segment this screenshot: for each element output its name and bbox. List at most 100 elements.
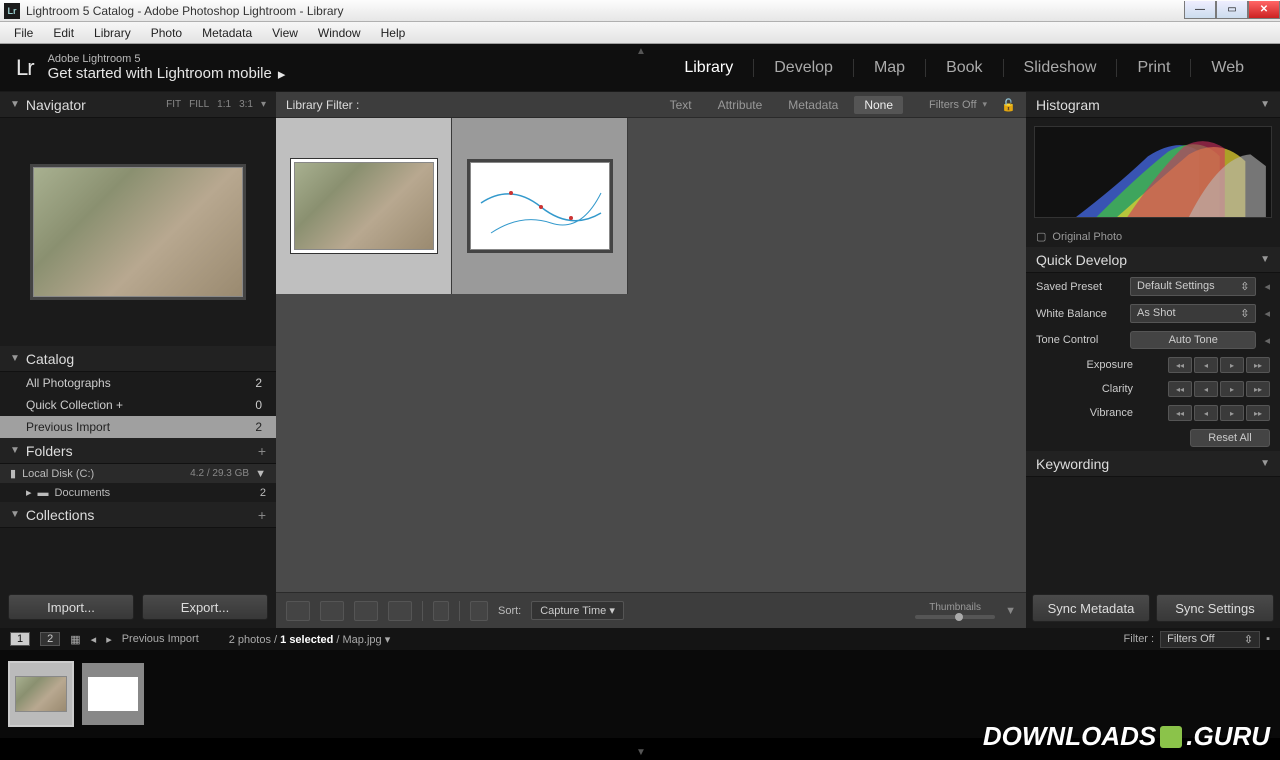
menu-photo[interactable]: Photo xyxy=(143,24,190,42)
clarity-big-minus[interactable]: ◂◂ xyxy=(1168,381,1192,397)
chevron-down-icon[interactable]: ▾ xyxy=(385,634,391,646)
export-button[interactable]: Export... xyxy=(142,594,268,620)
window-minimize-button[interactable]: — xyxy=(1184,1,1216,19)
zoom-fill[interactable]: FILL xyxy=(189,99,209,110)
menu-library[interactable]: Library xyxy=(86,24,139,42)
filters-off-dropdown[interactable]: Filters Off xyxy=(929,99,976,111)
clarity-big-plus[interactable]: ▸▸ xyxy=(1246,381,1270,397)
grid-view-icon[interactable] xyxy=(286,601,310,621)
bottom-panel-toggle-icon[interactable]: ▼ xyxy=(636,747,646,758)
catalog-previous-import[interactable]: Previous Import2 xyxy=(0,416,276,438)
window-maximize-button[interactable]: ▭ xyxy=(1216,1,1248,19)
navigator-header[interactable]: ▼ Navigator FIT FILL 1:1 3:1 ▾ xyxy=(0,92,276,118)
nav-back-icon[interactable]: ◂ xyxy=(91,633,97,646)
folders-header[interactable]: ▼ Folders + xyxy=(0,438,276,464)
zoom-1-1[interactable]: 1:1 xyxy=(217,99,231,110)
exposure-minus[interactable]: ◂ xyxy=(1194,357,1218,373)
folder-disk-c[interactable]: ▮ Local Disk (C:) 4.2 / 29.3 GB ▼ xyxy=(0,464,276,483)
loupe-view-icon[interactable] xyxy=(320,601,344,621)
grid-icon[interactable]: ▦ xyxy=(70,633,80,646)
nav-forward-icon[interactable]: ▸ xyxy=(106,633,112,646)
histogram-chart[interactable] xyxy=(1034,126,1272,218)
module-library[interactable]: Library xyxy=(664,59,753,77)
module-develop[interactable]: Develop xyxy=(753,59,853,77)
keywording-header[interactable]: Keywording ▼ xyxy=(1026,451,1280,477)
filter-metadata[interactable]: Metadata xyxy=(778,96,848,114)
preset-dropdown[interactable]: Default Settings⇳ xyxy=(1130,277,1256,296)
thumbnail-size-slider[interactable]: Thumbnails xyxy=(915,602,995,619)
navigator-preview[interactable] xyxy=(0,118,276,346)
wb-dropdown[interactable]: As Shot⇳ xyxy=(1130,304,1256,323)
module-web[interactable]: Web xyxy=(1190,59,1264,77)
add-folder-icon[interactable]: + xyxy=(258,443,266,459)
header-main[interactable]: Get started with Lightroom mobile xyxy=(48,65,272,82)
painter-icon[interactable] xyxy=(433,601,449,621)
sync-metadata-button[interactable]: Sync Metadata xyxy=(1032,594,1150,622)
exposure-big-plus[interactable]: ▸▸ xyxy=(1246,357,1270,373)
filter-none[interactable]: None xyxy=(854,96,903,114)
filter-switch-icon[interactable]: ▪ xyxy=(1266,633,1270,645)
grid-cell-2[interactable] xyxy=(452,118,628,294)
top-panel-toggle-icon[interactable]: ▲ xyxy=(636,46,646,57)
checkbox-icon[interactable]: ▢ xyxy=(1036,230,1046,243)
catalog-quick-collection[interactable]: Quick Collection +0 xyxy=(0,394,276,416)
sort-label: Sort: xyxy=(498,605,521,617)
status-source[interactable]: Previous Import xyxy=(122,633,199,645)
vibrance-big-minus[interactable]: ◂◂ xyxy=(1168,405,1192,421)
sort-direction-icon[interactable] xyxy=(470,601,488,621)
filmstrip-thumb-1[interactable] xyxy=(10,663,72,725)
module-book[interactable]: Book xyxy=(925,59,1002,77)
expand-icon[interactable]: ◂ xyxy=(1264,307,1270,320)
catalog-header[interactable]: ▼ Catalog xyxy=(0,346,276,372)
module-map[interactable]: Map xyxy=(853,59,925,77)
grid-cell-1[interactable] xyxy=(276,118,452,294)
collections-header[interactable]: ▼ Collections + xyxy=(0,502,276,528)
clarity-minus[interactable]: ◂ xyxy=(1194,381,1218,397)
sort-dropdown[interactable]: Capture Time ▾ xyxy=(531,601,624,620)
survey-view-icon[interactable] xyxy=(388,601,412,621)
menu-window[interactable]: Window xyxy=(310,24,369,42)
catalog-all-photographs[interactable]: All Photographs2 xyxy=(0,372,276,394)
auto-tone-button[interactable]: Auto Tone xyxy=(1130,331,1256,349)
folder-documents[interactable]: ▸ ▬ Documents 2 xyxy=(0,483,276,502)
exposure-plus[interactable]: ▸ xyxy=(1220,357,1244,373)
menu-metadata[interactable]: Metadata xyxy=(194,24,260,42)
slider-track[interactable] xyxy=(915,615,995,619)
filmstrip-thumb-2[interactable] xyxy=(82,663,144,725)
zoom-fit[interactable]: FIT xyxy=(166,99,181,110)
filter-dropdown[interactable]: Filters Off⇳ xyxy=(1160,631,1260,648)
menu-view[interactable]: View xyxy=(264,24,306,42)
original-photo-row[interactable]: ▢Original Photo xyxy=(1026,226,1280,247)
reset-all-button[interactable]: Reset All xyxy=(1190,429,1270,447)
vibrance-minus[interactable]: ◂ xyxy=(1194,405,1218,421)
filter-attribute[interactable]: Attribute xyxy=(708,96,773,114)
clarity-plus[interactable]: ▸ xyxy=(1220,381,1244,397)
module-slideshow[interactable]: Slideshow xyxy=(1003,59,1117,77)
exposure-big-minus[interactable]: ◂◂ xyxy=(1168,357,1192,373)
chevron-down-icon[interactable]: ▾ xyxy=(983,99,988,110)
menu-edit[interactable]: Edit xyxy=(45,24,82,42)
compare-view-icon[interactable] xyxy=(354,601,378,621)
toolbar-chevron-icon[interactable]: ▼ xyxy=(1005,605,1016,617)
menu-help[interactable]: Help xyxy=(373,24,414,42)
page-2-button[interactable]: 2 xyxy=(40,632,60,646)
expand-icon[interactable]: ◂ xyxy=(1264,280,1270,293)
expand-icon[interactable]: ◂ xyxy=(1264,334,1270,347)
window-close-button[interactable]: ✕ xyxy=(1248,1,1280,19)
zoom-chevron-icon[interactable]: ▾ xyxy=(261,99,266,110)
import-button[interactable]: Import... xyxy=(8,594,134,620)
menu-file[interactable]: File xyxy=(6,24,41,42)
chevron-down-icon[interactable]: ▼ xyxy=(255,468,266,480)
page-1-button[interactable]: 1 xyxy=(10,632,30,646)
module-print[interactable]: Print xyxy=(1116,59,1190,77)
sync-settings-button[interactable]: Sync Settings xyxy=(1156,594,1274,622)
histogram-header[interactable]: Histogram ▼ xyxy=(1026,92,1280,118)
add-collection-icon[interactable]: + xyxy=(258,507,266,523)
filter-text[interactable]: Text xyxy=(660,96,702,114)
lock-icon[interactable]: 🔓 xyxy=(1001,98,1016,112)
zoom-3-1[interactable]: 3:1 xyxy=(239,99,253,110)
vibrance-big-plus[interactable]: ▸▸ xyxy=(1246,405,1270,421)
vibrance-plus[interactable]: ▸ xyxy=(1220,405,1244,421)
quick-develop-header[interactable]: Quick Develop ▼ xyxy=(1026,247,1280,273)
thumbnail-grid[interactable] xyxy=(276,118,1026,592)
